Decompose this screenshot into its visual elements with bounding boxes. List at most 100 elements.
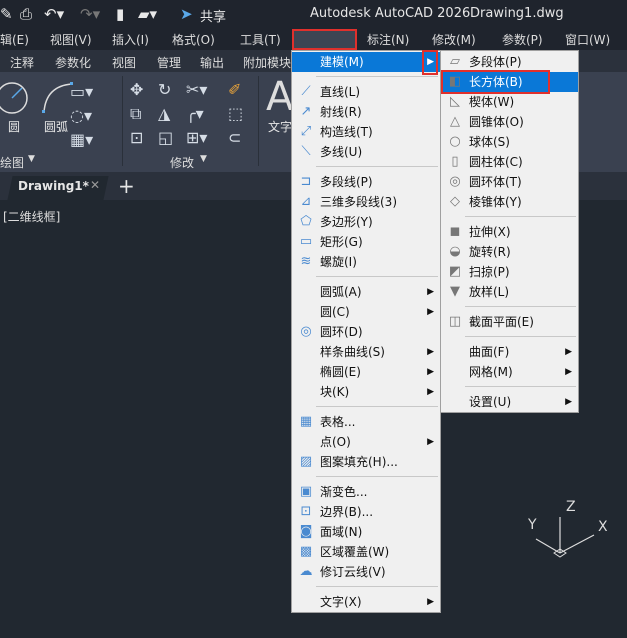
menu-item[interactable]: 圆弧(A) ▶ xyxy=(292,282,440,302)
share-icon[interactable]: ➤ xyxy=(180,5,193,23)
menu-item[interactable]: △ 圆锥体(O) xyxy=(441,112,578,132)
menu-item[interactable]: ◩ 扫掠(P) xyxy=(441,262,578,282)
arc-tool-label[interactable]: 圆弧 xyxy=(44,118,68,135)
ellipse-tool-icon[interactable]: ◌▾ xyxy=(70,106,92,125)
chevron-down-icon[interactable]: ▼ xyxy=(28,154,35,164)
ribbon-tab-4[interactable]: 输出 xyxy=(200,54,224,71)
close-tab-icon[interactable]: ✕ xyxy=(90,178,100,192)
menu-item[interactable]: ⟋ 直线(L) xyxy=(292,82,440,102)
menu-item[interactable]: 建模(M) ▶ xyxy=(292,52,440,72)
menu-9[interactable]: 窗口(W) xyxy=(565,31,610,48)
menu-item-label: 直线(L) xyxy=(320,85,361,99)
mirror-icon[interactable]: ◮ xyxy=(158,104,170,123)
new-tab-icon[interactable]: + xyxy=(118,174,135,198)
menu-3[interactable]: 格式(O) xyxy=(172,31,215,48)
rectangle-tool-icon[interactable]: ▭▾ xyxy=(70,82,93,101)
menu-item[interactable]: 块(K) ▶ xyxy=(292,382,440,402)
menu-item[interactable]: 设置(U) ▶ xyxy=(441,392,578,412)
print-icon[interactable]: ⎙ xyxy=(20,5,32,23)
rotate-icon[interactable]: ↻ xyxy=(158,80,171,99)
menu-item-label: 射线(R) xyxy=(320,105,362,119)
sweep-icon: ◩ xyxy=(448,264,462,279)
ribbon-tab-5[interactable]: 附加模块 xyxy=(243,54,291,71)
share-label[interactable]: 共享 xyxy=(200,6,226,25)
erase-icon[interactable]: ✐ xyxy=(228,80,241,99)
menu-4[interactable]: 工具(T) xyxy=(240,31,281,48)
menu-item[interactable]: ≋ 螺旋(I) xyxy=(292,252,440,272)
menu-item[interactable]: ▱ 多段体(P) xyxy=(441,52,578,72)
menu-item[interactable]: ▦ 表格... xyxy=(292,412,440,432)
open-folder-icon[interactable]: ▰▾ xyxy=(138,5,157,23)
menu-item[interactable]: ◧ 长方体(B) xyxy=(441,72,578,92)
redo-icon[interactable]: ↷▾ xyxy=(80,5,100,23)
menu-item[interactable]: ▼ 放样(L) xyxy=(441,282,578,302)
menu-item[interactable]: ◙ 面域(N) xyxy=(292,522,440,542)
undo-icon[interactable]: ↶▾ xyxy=(44,5,64,23)
menu-item[interactable]: ◺ 楔体(W) xyxy=(441,92,578,112)
circle-tool-label[interactable]: 圆 xyxy=(8,118,20,135)
menu-item-label: 点(O) xyxy=(320,435,351,449)
menu-item[interactable]: 样条曲线(S) ▶ xyxy=(292,342,440,362)
menu-7[interactable]: 修改(M) xyxy=(432,31,476,48)
menu-item[interactable]: ▨ 图案填充(H)... xyxy=(292,452,440,472)
draw-panel-label[interactable]: 绘图 xyxy=(0,154,24,171)
menu-item[interactable]: ⬠ 多边形(Y) xyxy=(292,212,440,232)
offset-icon[interactable]: ⊂ xyxy=(228,128,241,147)
menu-item[interactable]: ◒ 旋转(R) xyxy=(441,242,578,262)
menu-item[interactable]: ☁ 修订云线(V) xyxy=(292,562,440,582)
menu-2[interactable]: 插入(I) xyxy=(112,31,149,48)
menu-item[interactable]: ▩ 区域覆盖(W) xyxy=(292,542,440,562)
modify-panel-label[interactable]: 修改 xyxy=(170,154,194,171)
menu-item-label: 图案填充(H)... xyxy=(320,455,398,469)
menu-item[interactable]: ↗ 射线(R) xyxy=(292,102,440,122)
menu-item[interactable]: ⊿ 三维多段线(3) xyxy=(292,192,440,212)
explode-icon[interactable]: ⬚ xyxy=(228,104,243,123)
menu-item[interactable]: ⊐ 多段线(P) xyxy=(292,172,440,192)
save-as-icon[interactable]: ✎ xyxy=(0,5,13,23)
menu-1[interactable]: 视图(V) xyxy=(50,31,92,48)
menu-item-label: 样条曲线(S) xyxy=(320,345,385,359)
menu-item[interactable]: ⤢ 构造线(T) xyxy=(292,122,440,142)
menu-item[interactable]: 曲面(F) ▶ xyxy=(441,342,578,362)
menu-item[interactable]: 椭圆(E) ▶ xyxy=(292,362,440,382)
menu-item[interactable]: ○ 球体(S) xyxy=(441,132,578,152)
box-icon: ◧ xyxy=(448,74,462,89)
menu-item[interactable]: ▯ 圆柱体(C) xyxy=(441,152,578,172)
menu-item[interactable]: ◎ 圆环体(T) xyxy=(441,172,578,192)
menu-item[interactable]: ▭ 矩形(G) xyxy=(292,232,440,252)
ribbon-tab-3[interactable]: 管理 xyxy=(157,54,181,71)
menu-item[interactable]: ◇ 棱锥体(Y) xyxy=(441,192,578,212)
chevron-down-icon[interactable]: ▼ xyxy=(200,154,207,164)
view-style-label[interactable]: [二维线框] xyxy=(3,208,60,225)
menu-item[interactable]: 点(O) ▶ xyxy=(292,432,440,452)
menu-item[interactable]: ◫ 截面平面(E) xyxy=(441,312,578,332)
array-icon[interactable]: ⊞▾ xyxy=(186,128,207,147)
menu-item[interactable]: 网格(M) ▶ xyxy=(441,362,578,382)
menu-item[interactable]: 圆(C) ▶ xyxy=(292,302,440,322)
ribbon-tab-0[interactable]: 注释 xyxy=(10,54,34,71)
menu-8[interactable]: 参数(P) xyxy=(502,31,543,48)
menu-item[interactable]: ▣ 渐变色... xyxy=(292,482,440,502)
scale-icon[interactable]: ◱ xyxy=(158,128,173,147)
menu-item[interactable]: ⊡ 边界(B)... xyxy=(292,502,440,522)
move-icon[interactable]: ✥ xyxy=(130,80,143,99)
menu-item[interactable]: ◼ 拉伸(X) xyxy=(441,222,578,242)
new-file-icon[interactable]: ▮ xyxy=(116,5,124,23)
stretch-icon[interactable]: ⊡ xyxy=(130,128,143,147)
menu-6[interactable]: 标注(N) xyxy=(367,31,409,48)
menu-item[interactable]: ◎ 圆环(D) xyxy=(292,322,440,342)
fillet-icon[interactable]: ╭▾ xyxy=(186,104,204,123)
text-tool-icon[interactable]: A xyxy=(266,74,293,120)
circle-tool-icon[interactable] xyxy=(0,80,30,116)
menu-0[interactable]: 辑(E) xyxy=(0,31,29,48)
text-tool-label[interactable]: 文字 xyxy=(268,118,292,135)
ribbon-tab-2[interactable]: 视图 xyxy=(112,54,136,71)
hatch-tool-icon[interactable]: ▦▾ xyxy=(70,130,93,149)
ribbon-tab-1[interactable]: 参数化 xyxy=(55,54,91,71)
menu-item-label: 设置(U) xyxy=(469,395,512,409)
menu-item[interactable]: ⟍ 多线(U) xyxy=(292,142,440,162)
copy-icon[interactable]: ⧉ xyxy=(130,104,141,124)
document-tab-label[interactable]: Drawing1* xyxy=(18,179,89,193)
trim-icon[interactable]: ✂▾ xyxy=(186,80,207,99)
menu-item[interactable]: 文字(X) ▶ xyxy=(292,592,440,612)
